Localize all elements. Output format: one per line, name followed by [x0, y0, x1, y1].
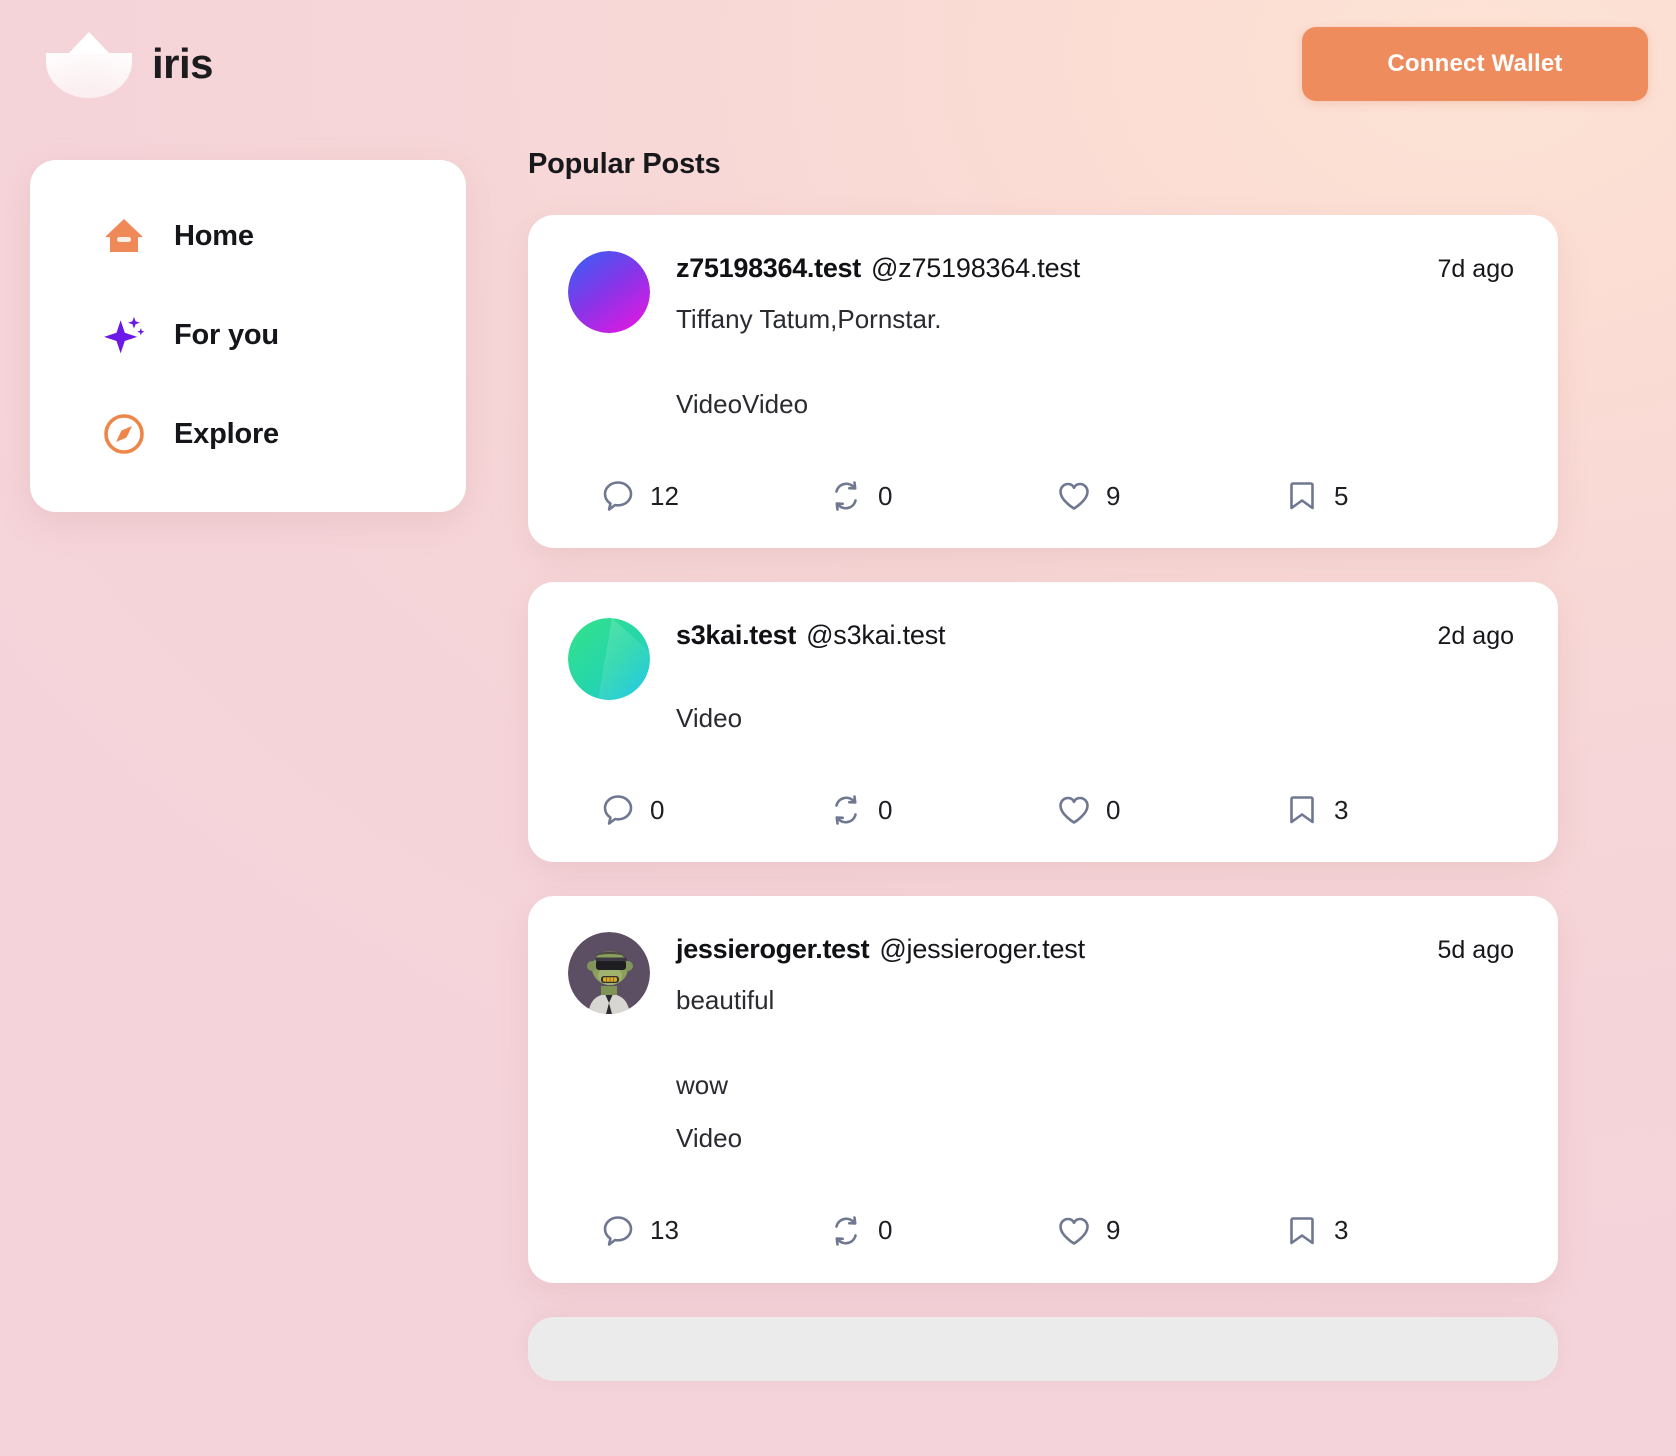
comment-button[interactable]: 13 — [600, 1213, 828, 1249]
post-timestamp: 5d ago — [1437, 936, 1514, 965]
bookmark-icon — [1284, 792, 1320, 828]
comment-count: 0 — [650, 794, 665, 825]
post-timestamp: 2d ago — [1437, 622, 1514, 651]
feed: Popular Posts 7d ago z75198364.test @z75… — [528, 148, 1558, 1415]
bookmark-icon — [1284, 1213, 1320, 1249]
lotus-petal-logo-icon — [40, 28, 138, 100]
avatar[interactable] — [568, 932, 650, 1015]
comment-icon — [600, 1213, 636, 1249]
comment-icon — [600, 478, 636, 514]
like-count: 9 — [1106, 480, 1121, 511]
post-actions: 0 0 0 3 — [568, 792, 1518, 828]
post-text-line: Video — [676, 1123, 743, 1154]
bookmark-button[interactable]: 3 — [1284, 1213, 1512, 1249]
post-author[interactable]: jessieroger.test @jessieroger.test — [676, 934, 1518, 965]
avatar[interactable] — [568, 251, 650, 333]
author-display-name: jessieroger.test — [676, 934, 870, 965]
post-card-next-partial[interactable] — [528, 1316, 1558, 1381]
post-author[interactable]: s3kai.test @s3kai.test — [676, 620, 1518, 651]
post-text-line: Video — [676, 703, 743, 734]
sidebar-item-label: Home — [174, 219, 254, 252]
sidebar-item-label: For you — [174, 318, 279, 351]
home-icon — [102, 214, 146, 258]
author-handle: @jessieroger.test — [879, 934, 1085, 965]
like-count: 0 — [1106, 794, 1121, 825]
post-actions: 12 0 9 5 — [568, 478, 1518, 514]
like-button[interactable]: 0 — [1056, 792, 1284, 828]
post-text-line: Tiffany Tatum,Pornstar. — [676, 304, 942, 334]
sidebar-item-for-you[interactable]: For you — [30, 309, 466, 361]
post-text-line: wow — [676, 1070, 729, 1101]
bookmark-icon — [1284, 478, 1320, 514]
bookmark-button[interactable]: 5 — [1284, 478, 1512, 514]
repost-count: 0 — [878, 1215, 893, 1246]
heart-icon — [1056, 1213, 1092, 1249]
post-card[interactable]: 5d ago jessieroger.test @jessieroger.tes… — [528, 896, 1558, 1283]
connect-wallet-button[interactable]: Connect Wallet — [1302, 27, 1648, 101]
repost-icon — [828, 478, 864, 514]
repost-button[interactable]: 0 — [828, 478, 1056, 514]
post-author[interactable]: z75198364.test @z75198364.test — [676, 253, 1518, 284]
repost-icon — [828, 792, 864, 828]
repost-button[interactable]: 0 — [828, 1213, 1056, 1249]
sidebar-nav: Home For you Explore — [30, 160, 466, 512]
sidebar-item-explore[interactable]: Explore — [30, 408, 466, 460]
brand-name: iris — [152, 40, 214, 87]
author-handle: @s3kai.test — [806, 620, 946, 651]
avatar[interactable] — [568, 618, 650, 701]
post-card[interactable]: 2d ago s3kai.test @s3kai.test Video 0 0 … — [528, 582, 1558, 863]
author-handle: @z75198364.test — [870, 253, 1081, 283]
repost-icon — [828, 1213, 864, 1249]
like-button[interactable]: 9 — [1056, 478, 1284, 514]
repost-count: 0 — [878, 480, 893, 511]
sidebar-item-label: Explore — [174, 417, 279, 450]
brand[interactable]: iris — [40, 28, 214, 100]
sidebar-item-home[interactable]: Home — [30, 210, 466, 262]
heart-icon — [1056, 478, 1092, 514]
comment-icon — [600, 792, 636, 828]
post-text-line: beautiful — [676, 985, 775, 1016]
repost-count: 0 — [878, 794, 893, 825]
comment-count: 13 — [650, 1215, 679, 1246]
author-display-name: s3kai.test — [676, 620, 797, 651]
bookmark-count: 3 — [1334, 794, 1349, 825]
comment-button[interactable]: 0 — [600, 792, 828, 828]
heart-icon — [1056, 792, 1092, 828]
bookmark-button[interactable]: 3 — [1284, 792, 1512, 828]
comment-button[interactable]: 12 — [600, 478, 828, 514]
page-title: Popular Posts — [528, 148, 721, 180]
post-timestamp: 7d ago — [1437, 255, 1514, 283]
bookmark-count: 5 — [1334, 480, 1349, 511]
top-bar: iris Connect Wallet — [0, 0, 1676, 128]
sparkle-icon — [102, 313, 146, 357]
post-text-line: VideoVideo — [676, 389, 809, 420]
like-button[interactable]: 9 — [1056, 1213, 1284, 1249]
like-count: 9 — [1106, 1215, 1121, 1246]
comment-count: 12 — [650, 480, 679, 511]
post-actions: 13 0 9 3 — [568, 1213, 1518, 1249]
compass-icon — [102, 412, 146, 456]
author-display-name: z75198364.test — [676, 253, 861, 283]
repost-button[interactable]: 0 — [828, 792, 1056, 828]
bookmark-count: 3 — [1334, 1215, 1349, 1246]
post-card[interactable]: 7d ago z75198364.test @z75198364.test Ti… — [528, 215, 1558, 549]
